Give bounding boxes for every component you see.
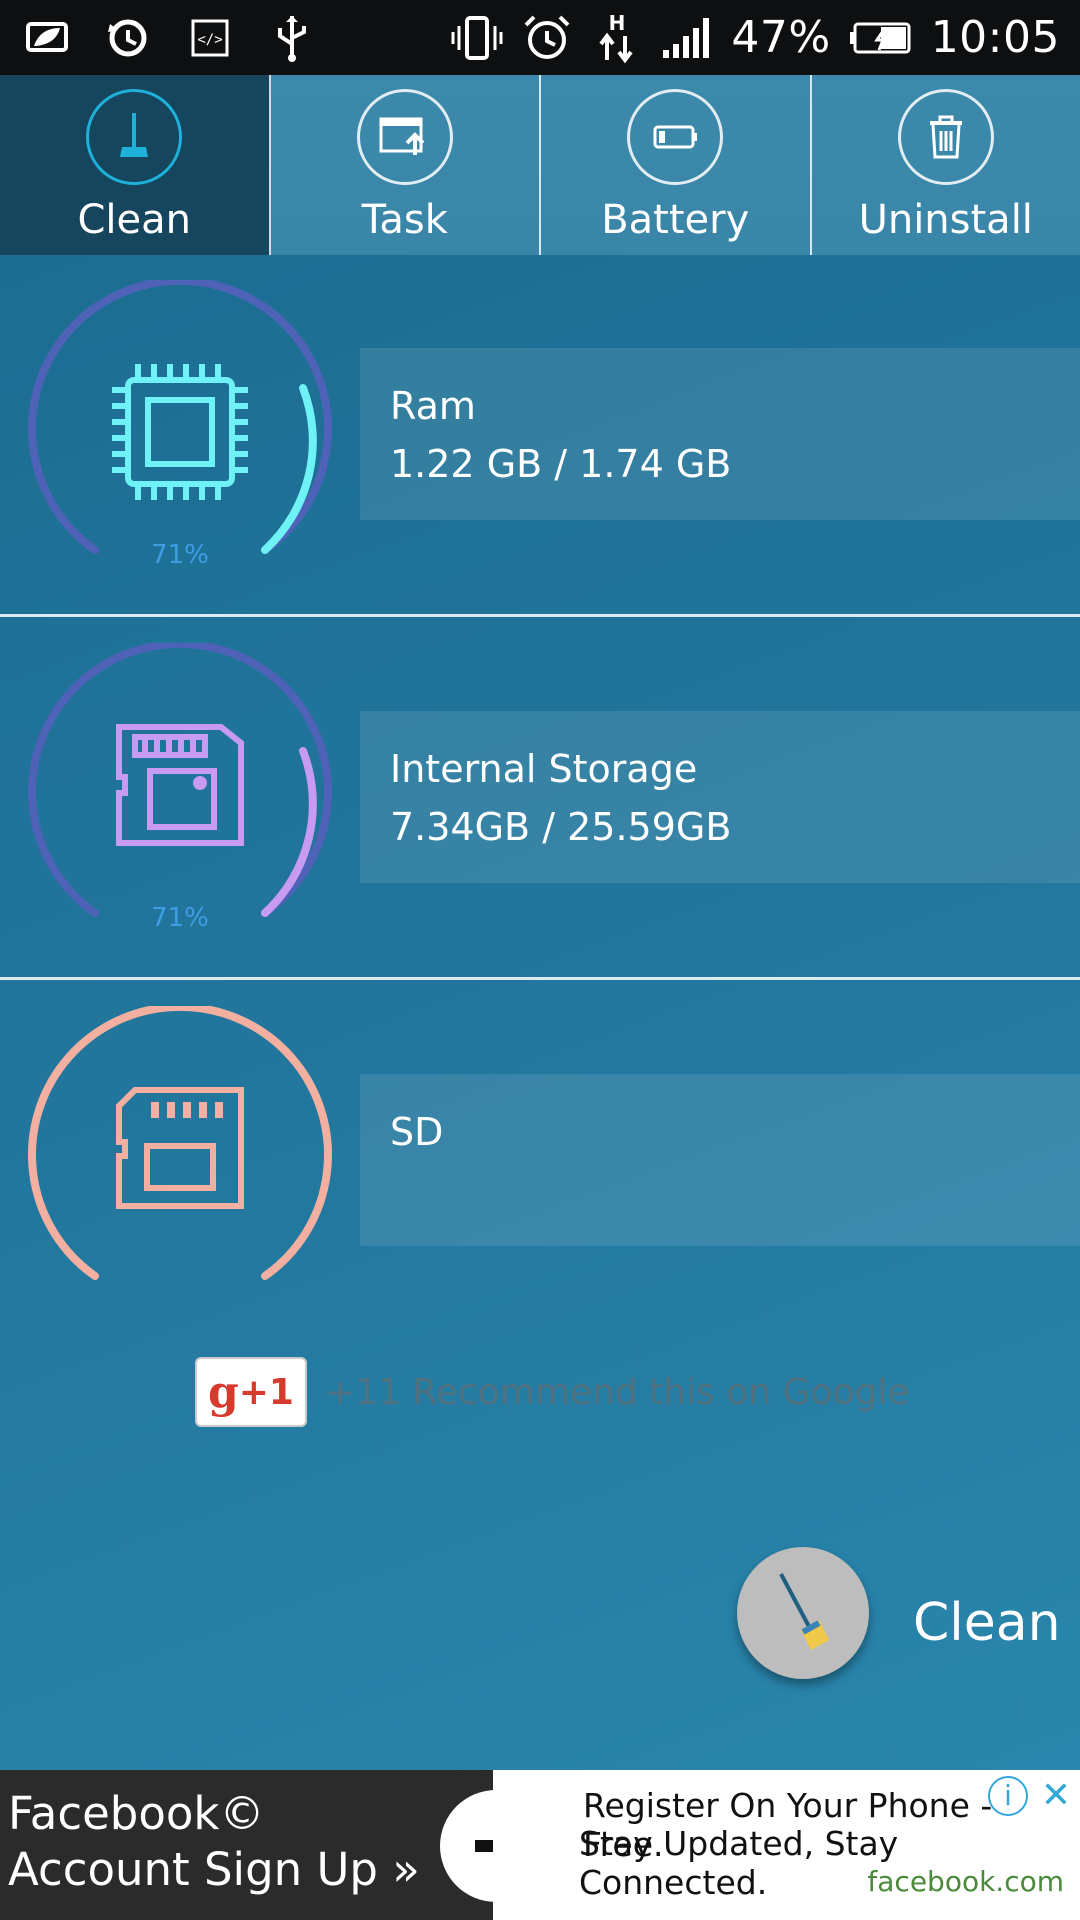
tab-label: Clean <box>77 197 191 243</box>
leaf-icon <box>20 12 72 64</box>
ram-gauge <box>28 280 332 554</box>
memory-card-icon <box>116 724 244 846</box>
clean-label[interactable]: Clean <box>913 1593 1061 1653</box>
internal-storage-row[interactable]: 71% Internal Storage 7.34GB / 25.59GB <box>0 618 1080 980</box>
chip-icon <box>112 364 248 500</box>
svg-text:</>: </> <box>197 32 222 48</box>
broom-icon <box>779 1573 829 1650</box>
divider <box>0 614 1080 617</box>
sd-title: SD <box>390 1110 444 1154</box>
ad-left-text: Facebook© Account Sign Up » <box>8 1786 420 1898</box>
gplus-g: g <box>208 1366 239 1418</box>
tab-uninstall[interactable]: Uninstall <box>811 75 1080 255</box>
ram-percent: 71% <box>151 540 209 570</box>
tab-label: Battery <box>601 197 750 243</box>
ad-domain: facebook.com <box>867 1865 1064 1898</box>
ad-close-icon[interactable]: ✕ <box>1036 1776 1076 1816</box>
gplus-text: +11 Recommend this on Google <box>325 1371 910 1413</box>
code-icon: </> <box>184 12 236 64</box>
sd-card-icon <box>116 1087 244 1209</box>
clock-time: 10:05 <box>930 12 1060 63</box>
vibrate-icon <box>451 12 503 64</box>
divider <box>0 977 1080 980</box>
ram-value: 1.22 GB / 1.74 GB <box>390 442 732 486</box>
tab-bar: Clean Task Battery Uninstall <box>0 75 1080 255</box>
battery-icon <box>849 12 913 64</box>
main-content: 71% Ram 1.22 GB / 1.74 GB 71% Internal S… <box>0 255 1080 1770</box>
battery-icon <box>627 89 724 185</box>
gplus-button[interactable]: g +1 <box>195 1357 307 1427</box>
ram-row[interactable]: 71% Ram 1.22 GB / 1.74 GB <box>0 255 1080 617</box>
ram-info-panel: Ram 1.22 GB / 1.74 GB <box>360 348 1080 520</box>
sd-row[interactable]: SD <box>0 981 1080 1343</box>
gplus-recommend: g +1 +11 Recommend this on Google <box>195 1357 910 1427</box>
broom-icon <box>86 89 183 185</box>
signal-icon <box>661 12 713 64</box>
internal-storage-gauge <box>28 643 332 917</box>
tab-clean[interactable]: Clean <box>0 75 271 255</box>
alarm-icon <box>521 12 573 64</box>
tab-task[interactable]: Task <box>270 75 541 255</box>
internal-storage-info-panel: Internal Storage 7.34GB / 25.59GB <box>360 711 1080 883</box>
battery-percent: 47% <box>731 12 831 63</box>
tab-label: Task <box>361 197 448 243</box>
ad-subtitle: Account Sign Up » <box>8 1843 420 1896</box>
ram-title: Ram <box>390 384 476 428</box>
sd-info-panel: SD <box>360 1074 1080 1246</box>
sd-gauge <box>28 1006 332 1280</box>
network-h-icon: H <box>591 12 643 64</box>
sync-icon <box>102 12 154 64</box>
internal-storage-value: 7.34GB / 25.59GB <box>390 805 732 849</box>
gplus-plus-one: +1 <box>238 1371 294 1413</box>
internal-storage-title: Internal Storage <box>390 747 698 791</box>
tab-battery[interactable]: Battery <box>541 75 812 255</box>
ad-title: Facebook© <box>8 1787 265 1840</box>
internal-storage-percent: 71% <box>151 903 209 933</box>
ad-banner[interactable]: Facebook© Account Sign Up » Register On … <box>0 1770 1080 1920</box>
window-upload-icon <box>356 89 453 185</box>
trash-icon <box>897 89 994 185</box>
status-bar: </> H 47% 10:05 <box>0 0 1080 75</box>
tab-label: Uninstall <box>858 197 1033 243</box>
clean-fab-button[interactable] <box>737 1547 869 1679</box>
ad-right-panel[interactable]: Register On Your Phone - Free. Stay Upda… <box>493 1770 1080 1920</box>
usb-icon <box>266 12 318 64</box>
ad-info-icon[interactable]: i <box>988 1776 1028 1816</box>
svg-text:H: H <box>609 12 626 35</box>
